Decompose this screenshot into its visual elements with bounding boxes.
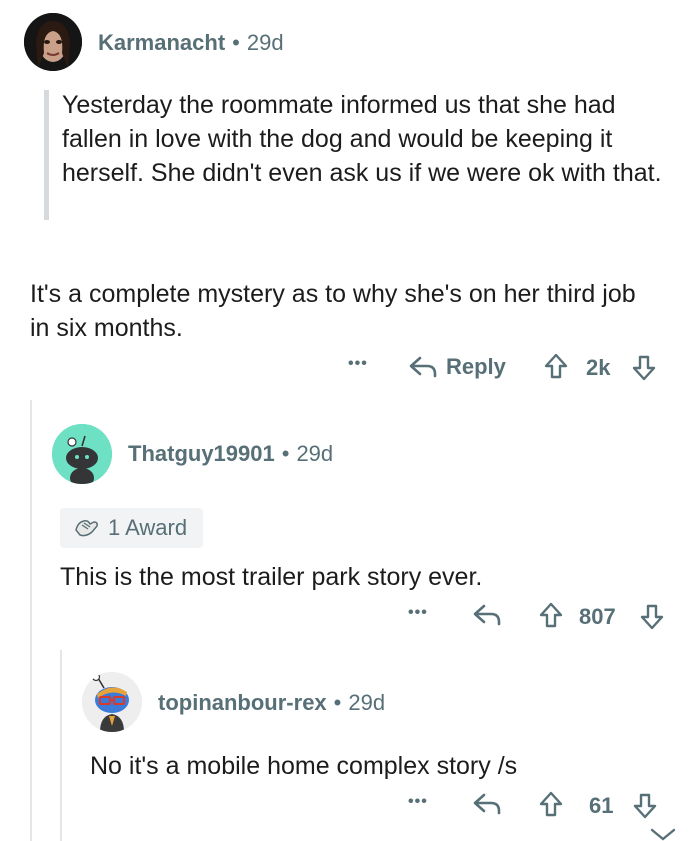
comment-age: 29d xyxy=(348,690,386,715)
downvote-arrow-icon xyxy=(640,604,664,630)
comment-meta: Thatguy19901 • 29d xyxy=(128,441,333,467)
award-badge[interactable]: 1 Award xyxy=(60,508,204,548)
comment-meta: topinanbour-rex • 29d xyxy=(158,690,385,716)
snoo-avatar-icon xyxy=(52,424,112,484)
vote-score: 807 xyxy=(579,604,616,629)
reply-button[interactable] xyxy=(472,792,502,816)
award-hands-icon xyxy=(75,520,98,537)
more-options-label: ••• xyxy=(348,355,368,372)
avatar-portrait-icon xyxy=(24,13,82,71)
comment-age: 29d xyxy=(296,441,334,466)
thread-line[interactable] xyxy=(60,650,62,841)
reply-arrow-icon xyxy=(473,793,501,815)
upvote-button[interactable] xyxy=(538,601,564,629)
snoo-avatar-icon xyxy=(82,672,142,732)
upvote-arrow-icon xyxy=(539,791,563,817)
more-options-button[interactable]: ••• xyxy=(408,793,428,811)
award-label: 1 Award xyxy=(108,515,188,540)
username-link[interactable]: Thatguy19901 xyxy=(128,441,275,466)
downvote-arrow-icon xyxy=(633,793,657,819)
downvote-arrow-icon xyxy=(632,355,656,381)
reply-label: Reply xyxy=(446,354,506,379)
quoted-text: Yesterday the roommate informed us that … xyxy=(62,91,662,187)
reply-arrow-icon xyxy=(473,604,501,626)
comment-body: No it's a mobile home complex story /s xyxy=(90,752,518,780)
avatar-thatguy19901[interactable] xyxy=(52,424,112,484)
upvote-button[interactable] xyxy=(538,790,564,818)
reply-button[interactable] xyxy=(472,603,502,627)
thread-line[interactable] xyxy=(30,400,32,841)
reply-button[interactable]: Reply xyxy=(408,354,506,380)
meta-separator: • xyxy=(232,30,240,55)
avatar-topinanbour-rex[interactable] xyxy=(82,672,142,732)
avatar-karmanacht[interactable] xyxy=(24,13,82,71)
comment-body: This is the most trailer park story ever… xyxy=(60,563,483,591)
meta-separator: • xyxy=(281,441,290,466)
more-options-button[interactable]: ••• xyxy=(408,604,428,622)
reply-arrow-icon xyxy=(409,356,437,378)
comment-meta: Karmanacht • 29d xyxy=(98,30,284,56)
more-options-label: ••• xyxy=(408,604,428,621)
chevron-down-icon xyxy=(650,828,676,841)
downvote-button[interactable] xyxy=(631,354,657,382)
upvote-button[interactable] xyxy=(543,352,569,380)
vote-score: 61 xyxy=(589,793,614,818)
meta-separator: • xyxy=(333,690,342,715)
upvote-arrow-icon xyxy=(544,353,568,379)
vote-score: 2k xyxy=(586,355,611,380)
username-link[interactable]: Karmanacht xyxy=(98,30,225,55)
collapse-chevron-icon[interactable] xyxy=(648,828,678,841)
comment-body: It's a complete mystery as to why she's … xyxy=(30,280,636,342)
quote-bar xyxy=(44,90,49,220)
more-options-label: ••• xyxy=(408,793,428,810)
more-options-button[interactable]: ••• xyxy=(348,355,368,373)
username-link[interactable]: topinanbour-rex xyxy=(158,690,327,715)
downvote-button[interactable] xyxy=(639,603,665,631)
downvote-button[interactable] xyxy=(632,792,658,820)
comment-age: 29d xyxy=(246,30,284,55)
upvote-arrow-icon xyxy=(539,602,563,628)
